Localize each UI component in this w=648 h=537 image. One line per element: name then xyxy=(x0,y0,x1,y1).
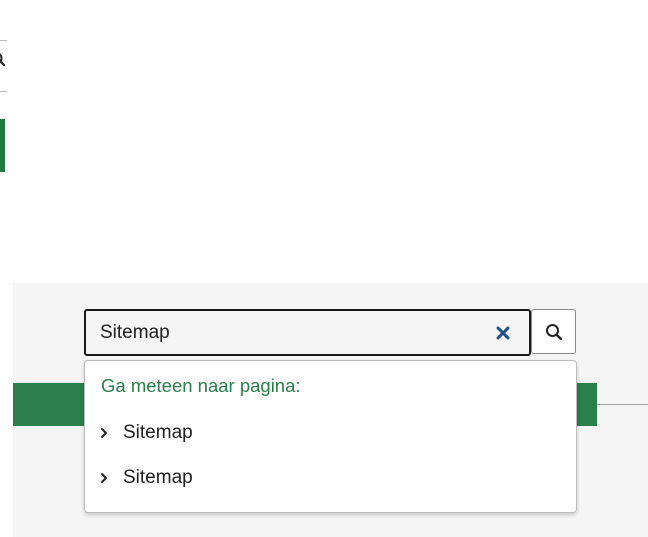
clear-search-button[interactable] xyxy=(490,320,516,346)
suggestion-label: Sitemap xyxy=(123,422,193,443)
search-icon xyxy=(545,323,562,340)
chevron-right-icon xyxy=(99,426,109,440)
divider xyxy=(597,404,648,405)
close-icon xyxy=(496,326,510,340)
search-input[interactable] xyxy=(84,309,531,356)
chevron-right-icon xyxy=(99,471,109,485)
search-suggestions-dropdown: Ga meteen naar pagina: Sitemap Sitemap xyxy=(84,360,577,513)
divider xyxy=(0,91,7,92)
suggestion-item[interactable]: Sitemap xyxy=(99,418,559,448)
suggestions-heading: Ga meteen naar pagina: xyxy=(101,375,301,396)
green-nav-bar-edge xyxy=(0,119,5,172)
suggestion-label: Sitemap xyxy=(123,467,193,488)
suggestion-item[interactable]: Sitemap xyxy=(99,463,559,493)
search-submit-button[interactable] xyxy=(531,309,576,354)
divider xyxy=(0,40,7,41)
search-icon[interactable] xyxy=(0,52,5,66)
